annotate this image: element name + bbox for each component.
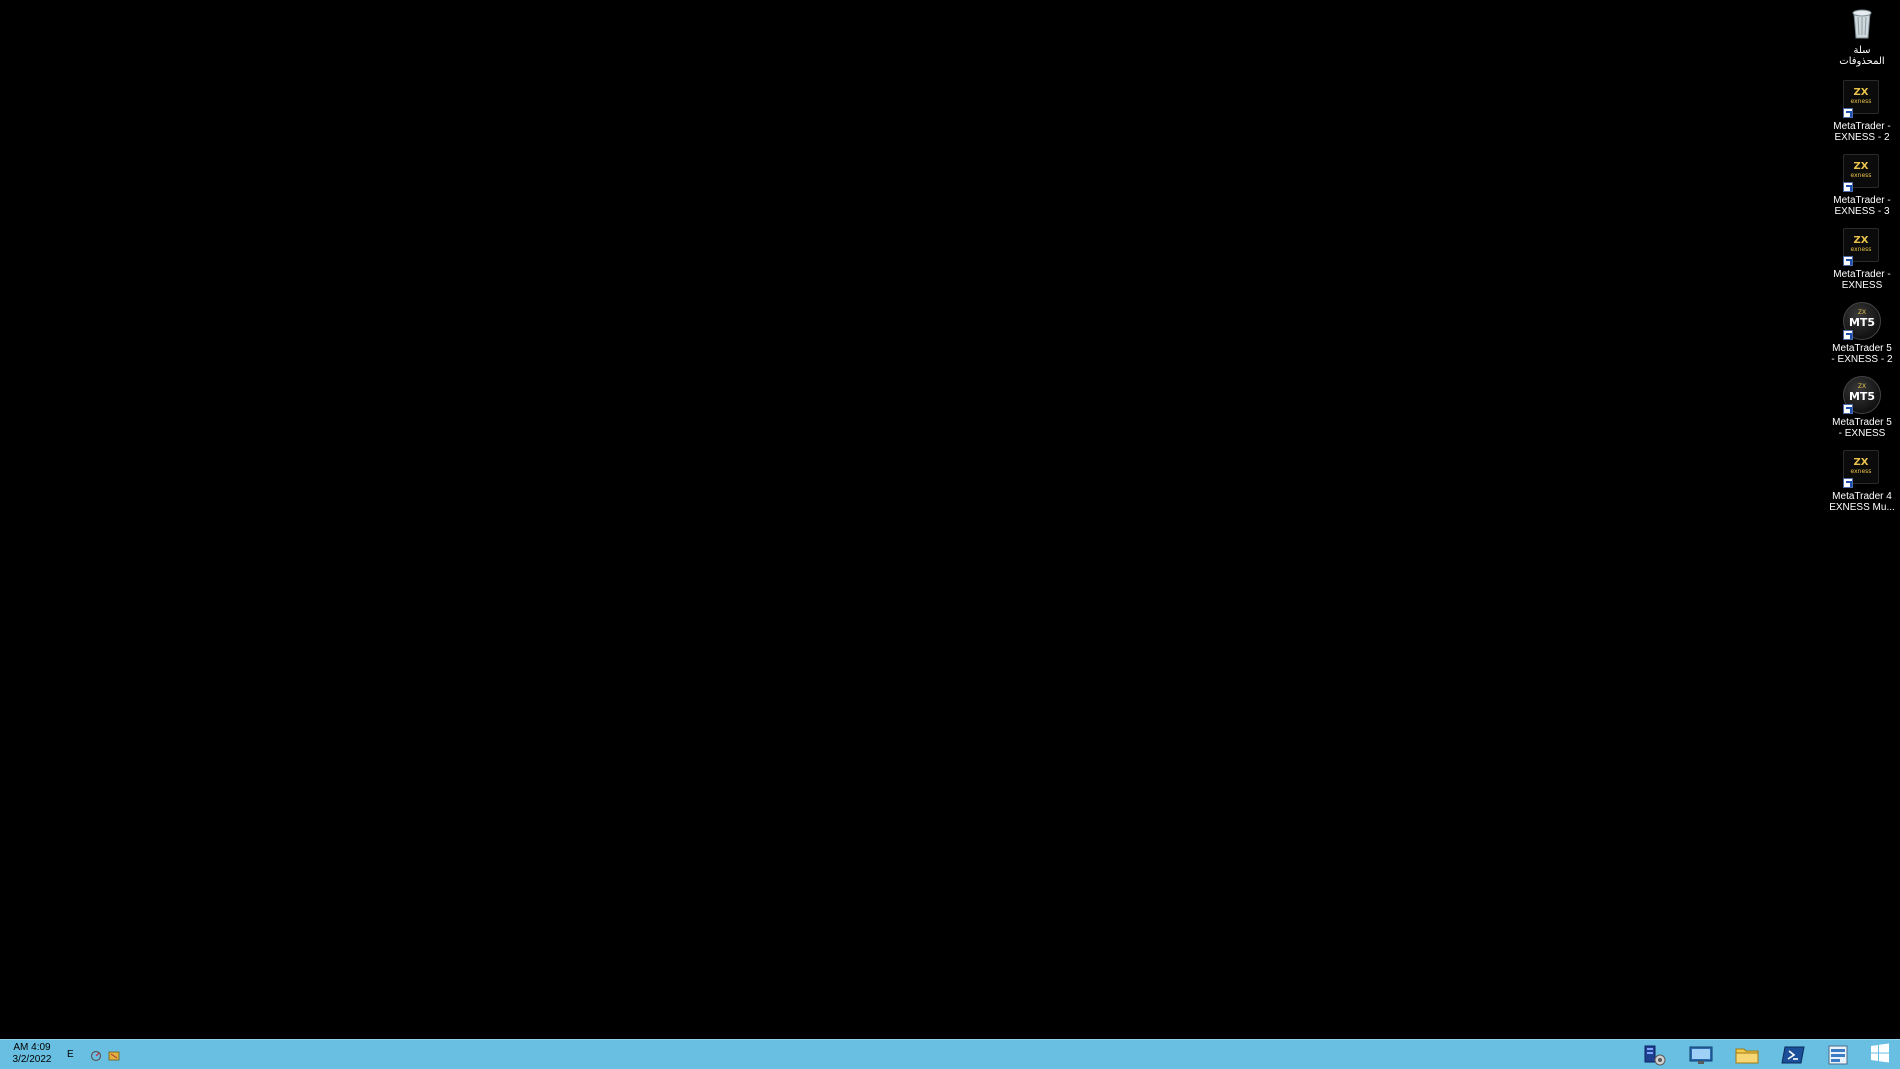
desktop-icon-label: MetaTrader - EXNESS - 3 (1833, 195, 1891, 217)
exness-shortcut-icon: ZX exness (1843, 450, 1881, 488)
action-center-flag-icon[interactable] (108, 1049, 120, 1061)
desktop[interactable]: سلة المحذوفات ZX exness MetaTrader - EXN… (0, 0, 1900, 1039)
desktop-icon-label: MetaTrader 5 - EXNESS - 2 (1831, 343, 1893, 365)
clock-date: 3/2/2022 (12, 1054, 52, 1065)
desktop-icon-recycle-bin[interactable]: سلة المحذوفات (1822, 4, 1900, 67)
svg-text:exness: exness (1851, 468, 1872, 475)
shortcut-arrow-icon (1843, 330, 1853, 340)
svg-text:ZX: ZX (1858, 309, 1866, 316)
exness-shortcut-icon: ZX exness (1843, 80, 1881, 118)
system-clock[interactable]: AM 4:09 3/2/2022 (8, 1042, 56, 1066)
recycle-bin-icon (1843, 4, 1881, 42)
desktop-icon-metatrader5-exness-2[interactable]: ZX MT5 MetaTrader 5 - EXNESS - 2 (1822, 302, 1900, 365)
file-explorer-icon[interactable] (1728, 1042, 1766, 1068)
desktop-icon-metatrader-exness-3[interactable]: ZX exness MetaTrader - EXNESS - 3 (1822, 154, 1900, 217)
svg-text:MT5: MT5 (1849, 390, 1875, 403)
desktop-icon-label: MetaTrader - EXNESS - 2 (1833, 121, 1891, 143)
task-manager-icon[interactable] (1820, 1042, 1858, 1068)
svg-text:ZX: ZX (1854, 87, 1869, 98)
svg-text:exness: exness (1851, 246, 1872, 253)
svg-text:MT5: MT5 (1849, 316, 1875, 329)
mt5-shortcut-icon: ZX MT5 (1843, 376, 1881, 414)
desktop-icon-label: MetaTrader 4 EXNESS Mu... (1829, 491, 1895, 513)
shortcut-arrow-icon (1843, 182, 1853, 192)
desktop-icon-label: سلة المحذوفات (1839, 45, 1885, 67)
network-tray-icon[interactable] (90, 1049, 102, 1062)
windows-logo-icon (1870, 1043, 1890, 1068)
shortcut-arrow-icon (1843, 404, 1853, 414)
desktop-icon-label: MetaTrader - EXNESS (1833, 269, 1891, 291)
powershell-icon[interactable] (1774, 1042, 1812, 1068)
exness-shortcut-icon: ZX exness (1843, 154, 1881, 192)
taskbar[interactable]: AM 4:09 3/2/2022 E (0, 1039, 1900, 1069)
clock-time: AM 4:09 (13, 1042, 51, 1053)
server-manager-icon[interactable] (1636, 1042, 1674, 1068)
mt5-shortcut-icon: ZX MT5 (1843, 302, 1881, 340)
svg-text:ZX: ZX (1854, 457, 1869, 468)
desktop-icon-metatrader-exness-2[interactable]: ZX exness MetaTrader - EXNESS - 2 (1822, 80, 1900, 143)
svg-text:ZX: ZX (1858, 383, 1866, 390)
desktop-icon-metatrader5-exness[interactable]: ZX MT5 MetaTrader 5 - EXNESS (1822, 376, 1900, 439)
svg-text:ZX: ZX (1854, 235, 1869, 246)
exness-shortcut-icon: ZX exness (1843, 228, 1881, 266)
desktop-icon-label: MetaTrader 5 - EXNESS (1832, 417, 1892, 439)
svg-text:ZX: ZX (1854, 161, 1869, 172)
shortcut-arrow-icon (1843, 256, 1853, 266)
svg-text:exness: exness (1851, 98, 1872, 105)
input-language-indicator[interactable]: E (67, 1049, 74, 1060)
desktop-icon-metatrader-exness[interactable]: ZX exness MetaTrader - EXNESS (1822, 228, 1900, 291)
shortcut-arrow-icon (1843, 108, 1853, 118)
remote-desktop-icon[interactable] (1682, 1042, 1720, 1068)
desktop-icon-metatrader4-exness-multi[interactable]: ZX exness MetaTrader 4 EXNESS Mu... (1822, 450, 1900, 513)
start-button[interactable] (1862, 1042, 1898, 1068)
svg-text:exness: exness (1851, 172, 1872, 179)
shortcut-arrow-icon (1843, 478, 1853, 488)
